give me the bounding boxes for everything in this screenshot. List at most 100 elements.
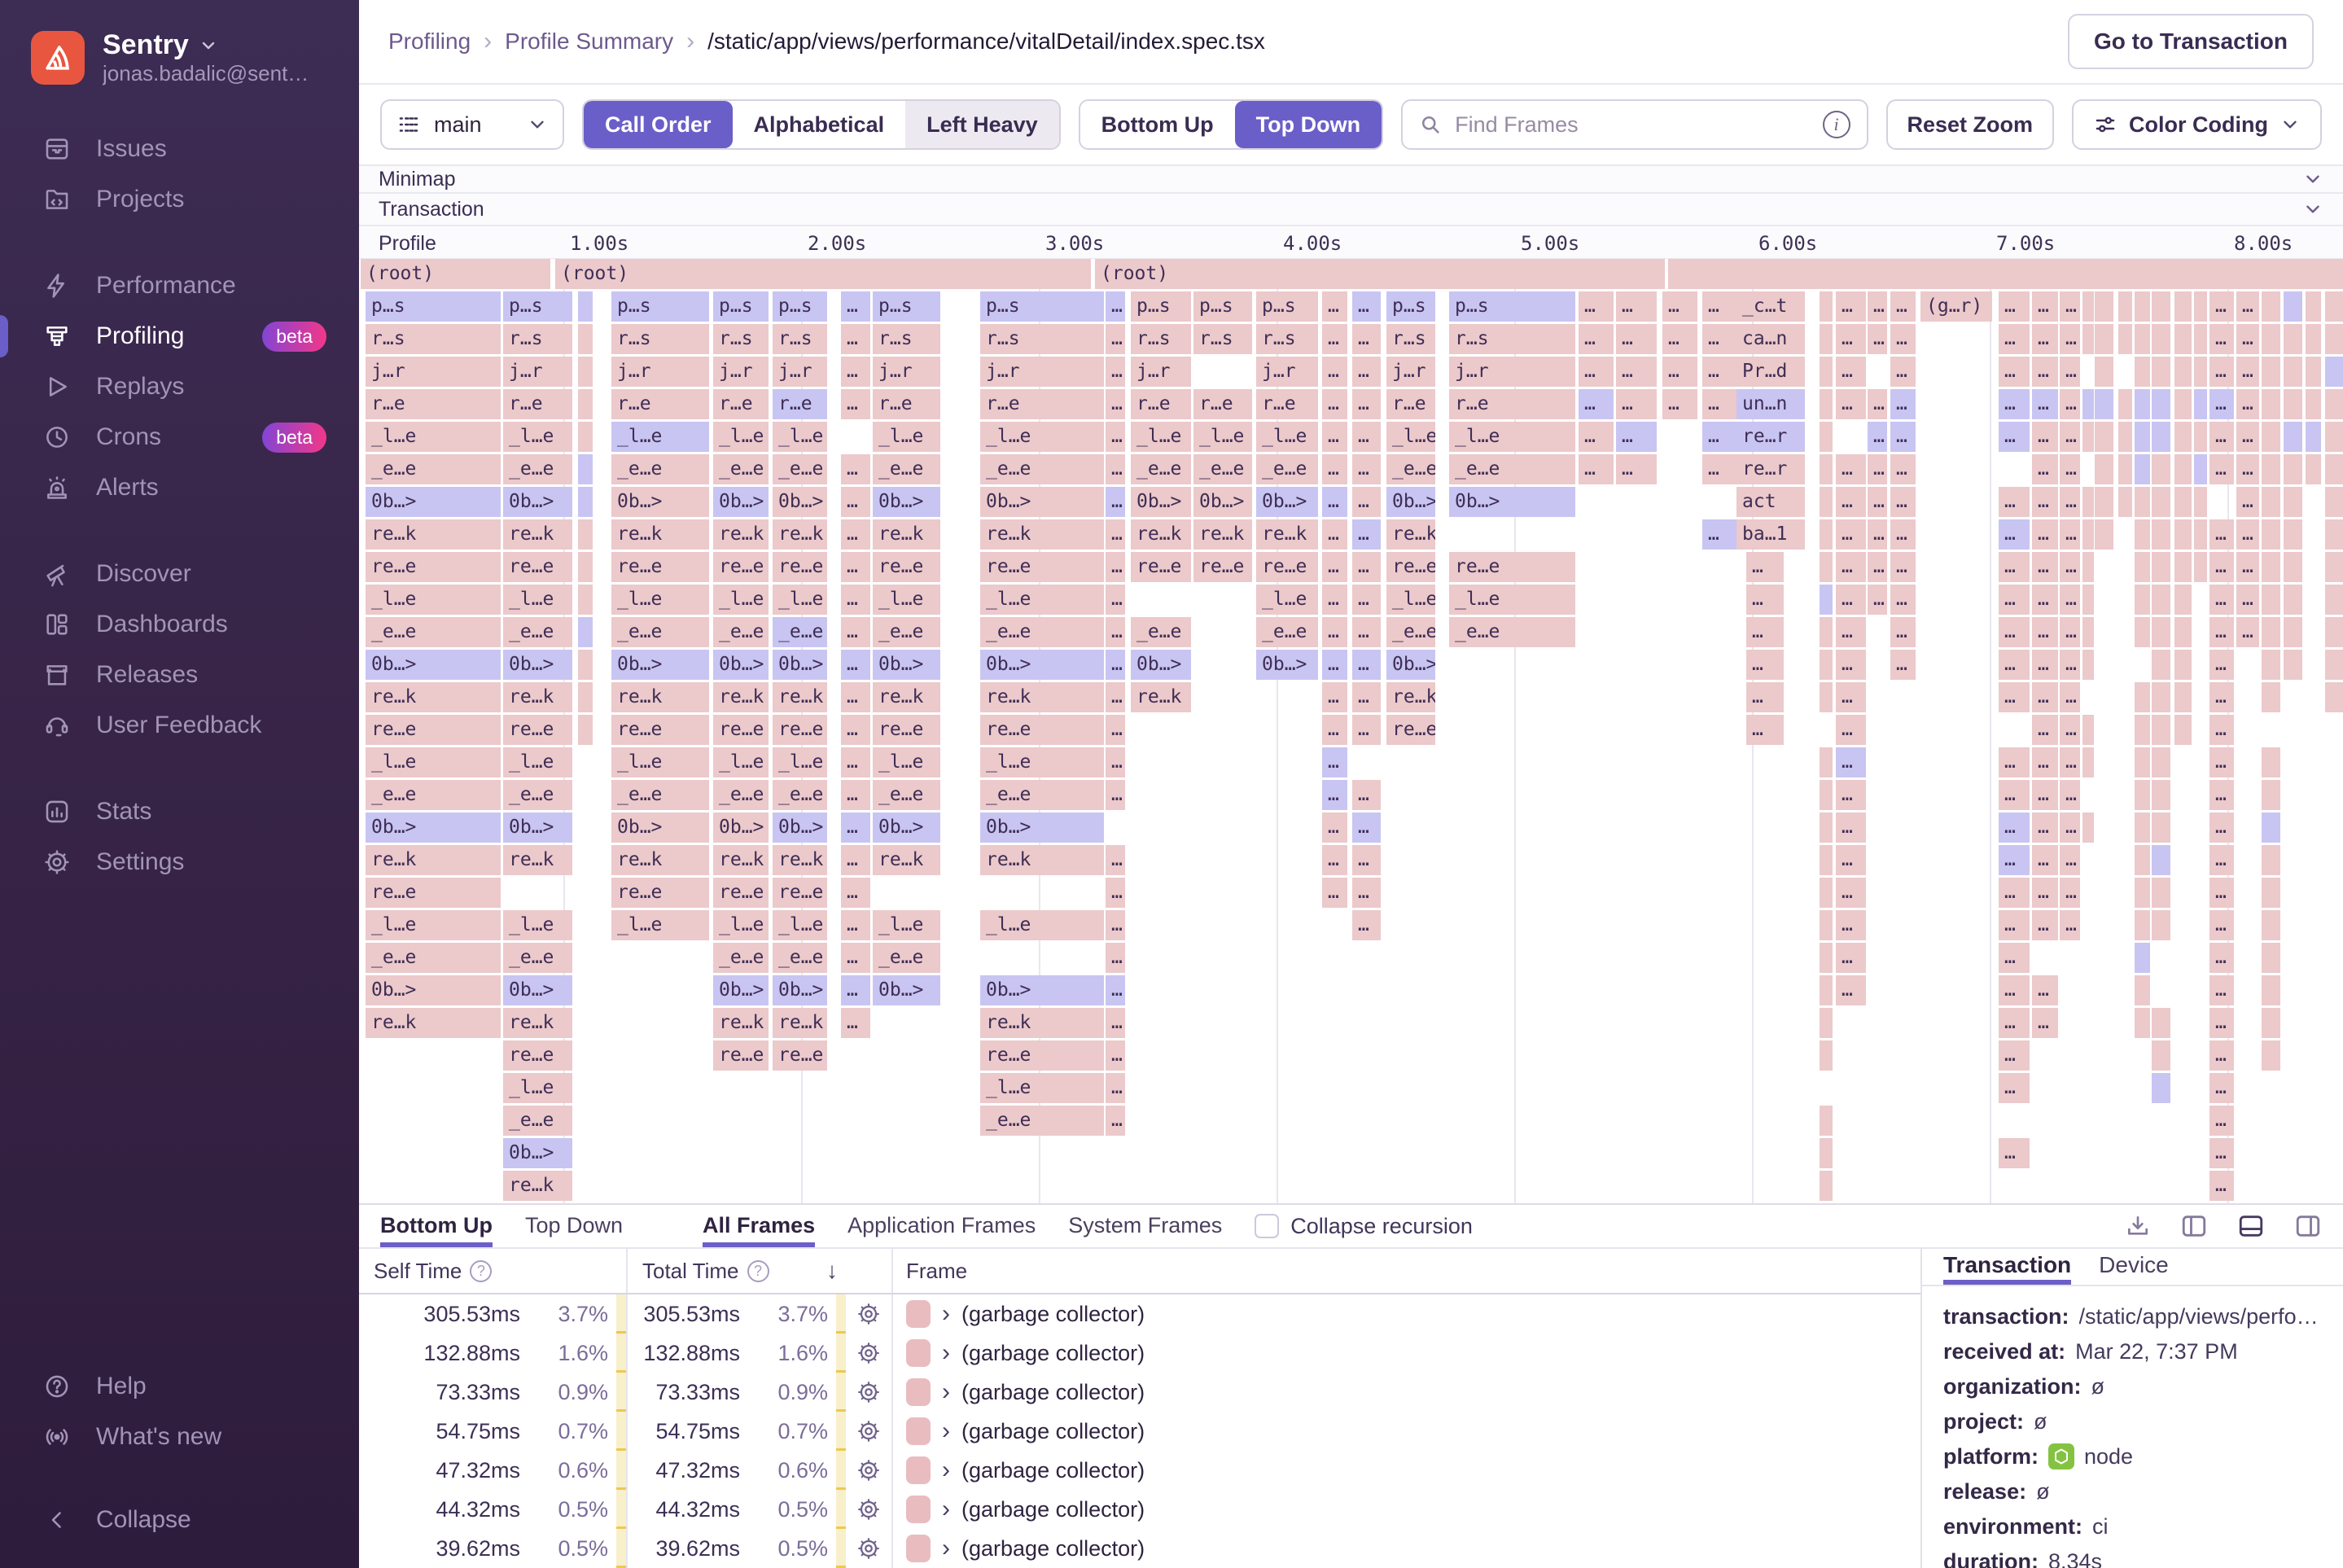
flame-frame[interactable] [2135,422,2150,452]
flame-frame[interactable]: 0b…> [873,975,940,1005]
flame-frame[interactable]: … [1836,585,1866,615]
flame-frame[interactable]: _e…e [713,454,769,484]
flame-frame[interactable]: _e…e [611,454,709,484]
flame-frame[interactable]: _e…e [980,780,1104,810]
flame-frame[interactable]: … [1836,747,1866,777]
flame-frame[interactable]: _e…e [1449,454,1575,484]
flame-frame[interactable]: 0b…> [713,975,769,1005]
flame-frame[interactable]: … [1999,747,2030,777]
flame-frame[interactable]: … [1106,715,1125,745]
flame-frame[interactable]: re…k [611,845,709,875]
flame-frame[interactable]: r…e [773,389,827,419]
flame-frame[interactable]: … [1836,650,1866,680]
flame-frame[interactable]: _e…e [1131,617,1191,647]
flame-frame[interactable]: _l…e [873,422,940,452]
flame-frame[interactable]: r…s [1256,324,1318,354]
flame-frame[interactable]: _e…e [503,617,572,647]
flame-frame[interactable]: … [1836,845,1866,875]
flame-frame[interactable]: _l…e [611,910,709,940]
flame-frame[interactable]: … [1999,943,2030,973]
sidebar-collapse-button[interactable]: Collapse [0,1495,359,1545]
flame-frame[interactable]: … [2060,910,2080,940]
flame-frame[interactable]: … [1106,1008,1125,1038]
flame-frame[interactable] [1820,975,1833,1005]
flame-frame[interactable] [2174,324,2192,354]
flame-frame[interactable]: re…k [980,845,1104,875]
flame-frame[interactable]: … [2209,845,2234,875]
flame-frame[interactable]: re…k [611,682,709,712]
sort-descending-icon[interactable]: ↓ [826,1258,838,1284]
flame-frame[interactable]: … [1616,454,1657,484]
flame-frame[interactable] [2262,291,2280,322]
flame-frame[interactable]: … [2032,291,2058,322]
color-coding-button[interactable]: Color Coding [2072,99,2322,150]
flame-frame[interactable]: p…s [1256,291,1318,322]
flame-frame[interactable]: … [2060,682,2080,712]
flame-frame[interactable]: … [841,780,870,810]
flame-frame[interactable]: r…s [713,324,769,354]
layout-bottom-panel-icon[interactable] [2237,1212,2265,1240]
breadcrumb-profiling[interactable]: Profiling [388,28,471,55]
flame-frame[interactable]: 0b…> [980,812,1104,843]
flame-frame[interactable] [2174,617,2192,647]
flame-frame[interactable]: … [1890,650,1916,680]
flame-frame[interactable] [1820,324,1833,354]
flame-frame[interactable]: Pr…d [1736,357,1805,387]
flame-frame[interactable] [578,519,593,550]
flame-frame[interactable]: … [1106,422,1125,452]
flame-frame[interactable]: … [1890,422,1916,452]
flame-frame[interactable]: r…s [873,324,940,354]
flame-frame[interactable] [2325,650,2343,680]
flame-frame[interactable] [2135,291,2150,322]
flame-frame[interactable]: … [1322,519,1347,550]
flame-frame[interactable]: … [1890,291,1916,322]
flame-frame[interactable]: re…k [773,1008,827,1038]
table-row[interactable]: 54.75ms 0.7% 54.75ms 0.7% › (garbage collecto… [359,1412,1920,1451]
flame-frame[interactable]: … [2060,878,2080,908]
flame-frame[interactable]: r…s [1193,324,1252,354]
flame-frame[interactable]: _e…e [773,617,827,647]
flame-frame[interactable] [2262,357,2280,387]
flame-frame[interactable]: … [1868,389,1887,419]
flame-frame[interactable]: re…e [773,878,827,908]
sort-alphabetical-button[interactable]: Alphabetical [732,101,906,148]
flame-frame[interactable]: … [2060,812,2080,843]
flame-frame[interactable]: … [2209,780,2234,810]
flame-frame[interactable]: … [2209,715,2234,745]
flame-frame[interactable]: _l…e [980,422,1104,452]
flame-frame[interactable] [2152,617,2170,647]
flame-frame[interactable] [2174,357,2192,387]
flame-frame[interactable]: p…s [1193,291,1252,322]
flame-frame[interactable]: … [1322,454,1347,484]
flame-frame[interactable] [2152,389,2170,419]
flame-frame[interactable]: … [1836,291,1866,322]
flame-frame[interactable]: … [1746,552,1784,582]
flame-frame[interactable]: … [2060,454,2080,484]
flame-frame[interactable]: … [1579,422,1614,452]
flame-frame[interactable]: … [2209,975,2234,1005]
flame-frame[interactable]: … [1836,357,1866,387]
flame-frame[interactable]: … [2209,617,2234,647]
flame-frame[interactable]: … [1836,910,1866,940]
flame-frame[interactable] [2152,715,2170,745]
flame-frame[interactable] [2194,552,2207,582]
flame-frame[interactable]: … [1836,519,1866,550]
flame-frame[interactable]: … [841,910,870,940]
flame-frame[interactable]: … [1836,324,1866,354]
table-row[interactable]: 47.32ms 0.6% 47.32ms 0.6% › (garbage collecto… [359,1451,1920,1490]
flame-frame[interactable]: … [2236,519,2259,550]
flame-frame[interactable]: … [2236,617,2259,647]
flame-frame[interactable] [1820,585,1833,615]
table-row[interactable]: 39.62ms 0.5% 39.62ms 0.5% › (garbage collecto… [359,1529,1920,1568]
flame-frame[interactable]: 0b…> [713,487,769,517]
flame-frame[interactable]: j…r [1131,357,1191,387]
flame-frame[interactable]: … [2209,747,2234,777]
flame-frame[interactable]: re…e [980,552,1104,582]
flame-frame[interactable]: _e…e [773,780,827,810]
flame-frame[interactable] [2152,747,2170,777]
flame-frame[interactable]: … [1999,552,2030,582]
flame-frame[interactable]: 0b…> [366,650,501,680]
flame-frame[interactable]: … [1616,291,1657,322]
flame-frame[interactable]: re…e [503,552,572,582]
flame-frame[interactable]: … [2236,291,2259,322]
